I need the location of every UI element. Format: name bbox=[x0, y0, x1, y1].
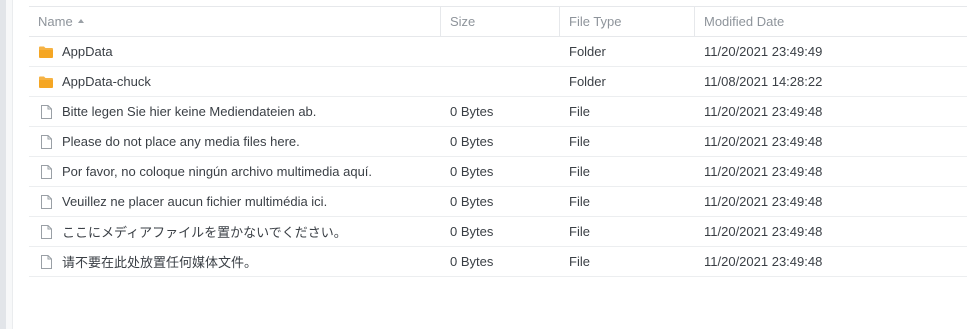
file-icon bbox=[38, 164, 54, 180]
cell-type: Folder bbox=[569, 44, 606, 59]
table-row[interactable]: Bitte legen Sie hier keine Mediendateien… bbox=[29, 97, 967, 127]
file-icon bbox=[38, 254, 54, 270]
column-header-size-label: Size bbox=[450, 13, 476, 29]
cell-type: File bbox=[569, 134, 590, 149]
file-name[interactable]: Bitte legen Sie hier keine Mediendateien… bbox=[62, 104, 316, 119]
table-header: Name Size File Type Modified Date bbox=[29, 6, 967, 37]
cell-modified: 11/20/2021 23:49:48 bbox=[704, 104, 823, 119]
cell-modified: 11/20/2021 23:49:48 bbox=[704, 134, 823, 149]
folder-icon bbox=[38, 44, 54, 60]
column-header-type[interactable]: File Type bbox=[560, 7, 695, 36]
cell-type: File bbox=[569, 104, 590, 119]
column-header-type-label: File Type bbox=[569, 13, 622, 29]
file-icon bbox=[38, 104, 54, 120]
cell-modified: 11/20/2021 23:49:48 bbox=[704, 224, 823, 239]
cell-type: File bbox=[569, 164, 590, 179]
table-row[interactable]: Please do not place any media files here… bbox=[29, 127, 967, 157]
column-header-modified[interactable]: Modified Date bbox=[695, 7, 967, 36]
cell-size: 0 Bytes bbox=[450, 164, 494, 179]
file-table: Name Size File Type Modified Date AppDat… bbox=[29, 6, 967, 277]
file-name[interactable]: Please do not place any media files here… bbox=[62, 134, 300, 149]
column-header-name-label: Name bbox=[38, 13, 73, 29]
file-name[interactable]: Por favor, no coloque ningún archivo mul… bbox=[62, 164, 372, 179]
file-icon bbox=[38, 224, 54, 240]
cell-name[interactable]: 请不要在此处放置任何媒体文件。 bbox=[29, 252, 441, 271]
cell-type: File bbox=[569, 194, 590, 209]
cell-type: File bbox=[569, 224, 590, 239]
file-icon bbox=[38, 134, 54, 150]
file-name[interactable]: ここにメディアファイルを置かないでください。 bbox=[62, 222, 347, 241]
table-row[interactable]: 请不要在此处放置任何媒体文件。 0 Bytes File 11/20/2021 23:… bbox=[29, 247, 967, 277]
cell-modified: 11/20/2021 23:49:48 bbox=[704, 194, 823, 209]
file-icon bbox=[38, 194, 54, 210]
cell-size: 0 Bytes bbox=[450, 134, 494, 149]
table-row[interactable]: AppData Folder 11/20/2021 23:49:49 bbox=[29, 37, 967, 67]
cell-name[interactable]: ここにメディアファイルを置かないでください。 bbox=[29, 222, 441, 241]
cell-modified: 11/08/2021 14:28:22 bbox=[704, 74, 823, 89]
table-row[interactable]: Por favor, no coloque ningún archivo mul… bbox=[29, 157, 967, 187]
table-row[interactable]: Veuillez ne placer aucun fichier multimé… bbox=[29, 187, 967, 217]
cell-modified: 11/20/2021 23:49:48 bbox=[704, 164, 823, 179]
cell-name[interactable]: Por favor, no coloque ningún archivo mul… bbox=[29, 164, 441, 180]
file-name[interactable]: AppData bbox=[62, 44, 113, 59]
file-browser: Name Size File Type Modified Date AppDat… bbox=[0, 0, 967, 329]
cell-size: 0 Bytes bbox=[450, 194, 494, 209]
folder-icon bbox=[38, 74, 54, 90]
cell-size: 0 Bytes bbox=[450, 224, 494, 239]
column-header-size[interactable]: Size bbox=[441, 7, 560, 36]
cell-name[interactable]: Please do not place any media files here… bbox=[29, 134, 441, 150]
sidebar-edge bbox=[6, 0, 13, 329]
cell-type: File bbox=[569, 254, 590, 269]
file-name[interactable]: Veuillez ne placer aucun fichier multimé… bbox=[62, 194, 327, 209]
sort-ascending-icon bbox=[77, 18, 84, 23]
table-row[interactable]: AppData-chuck Folder 11/08/2021 14:28:22 bbox=[29, 67, 967, 97]
cell-type: Folder bbox=[569, 74, 606, 89]
table-row[interactable]: ここにメディアファイルを置かないでください。 0 Bytes File 11/20/2… bbox=[29, 217, 967, 247]
cell-name[interactable]: AppData-chuck bbox=[29, 74, 441, 90]
cell-name[interactable]: AppData bbox=[29, 44, 441, 60]
cell-name[interactable]: Veuillez ne placer aucun fichier multimé… bbox=[29, 194, 441, 210]
column-header-name[interactable]: Name bbox=[29, 7, 441, 36]
cell-modified: 11/20/2021 23:49:49 bbox=[704, 44, 823, 59]
cell-size: 0 Bytes bbox=[450, 254, 494, 269]
cell-name[interactable]: Bitte legen Sie hier keine Mediendateien… bbox=[29, 104, 441, 120]
column-header-modified-label: Modified Date bbox=[704, 13, 785, 29]
table-body: AppData Folder 11/20/2021 23:49:49 AppData-… bbox=[29, 37, 967, 277]
cell-size: 0 Bytes bbox=[450, 104, 494, 119]
file-name[interactable]: 请不要在此处放置任何媒体文件。 bbox=[62, 252, 257, 271]
cell-modified: 11/20/2021 23:49:48 bbox=[704, 254, 823, 269]
file-name[interactable]: AppData-chuck bbox=[62, 74, 151, 89]
